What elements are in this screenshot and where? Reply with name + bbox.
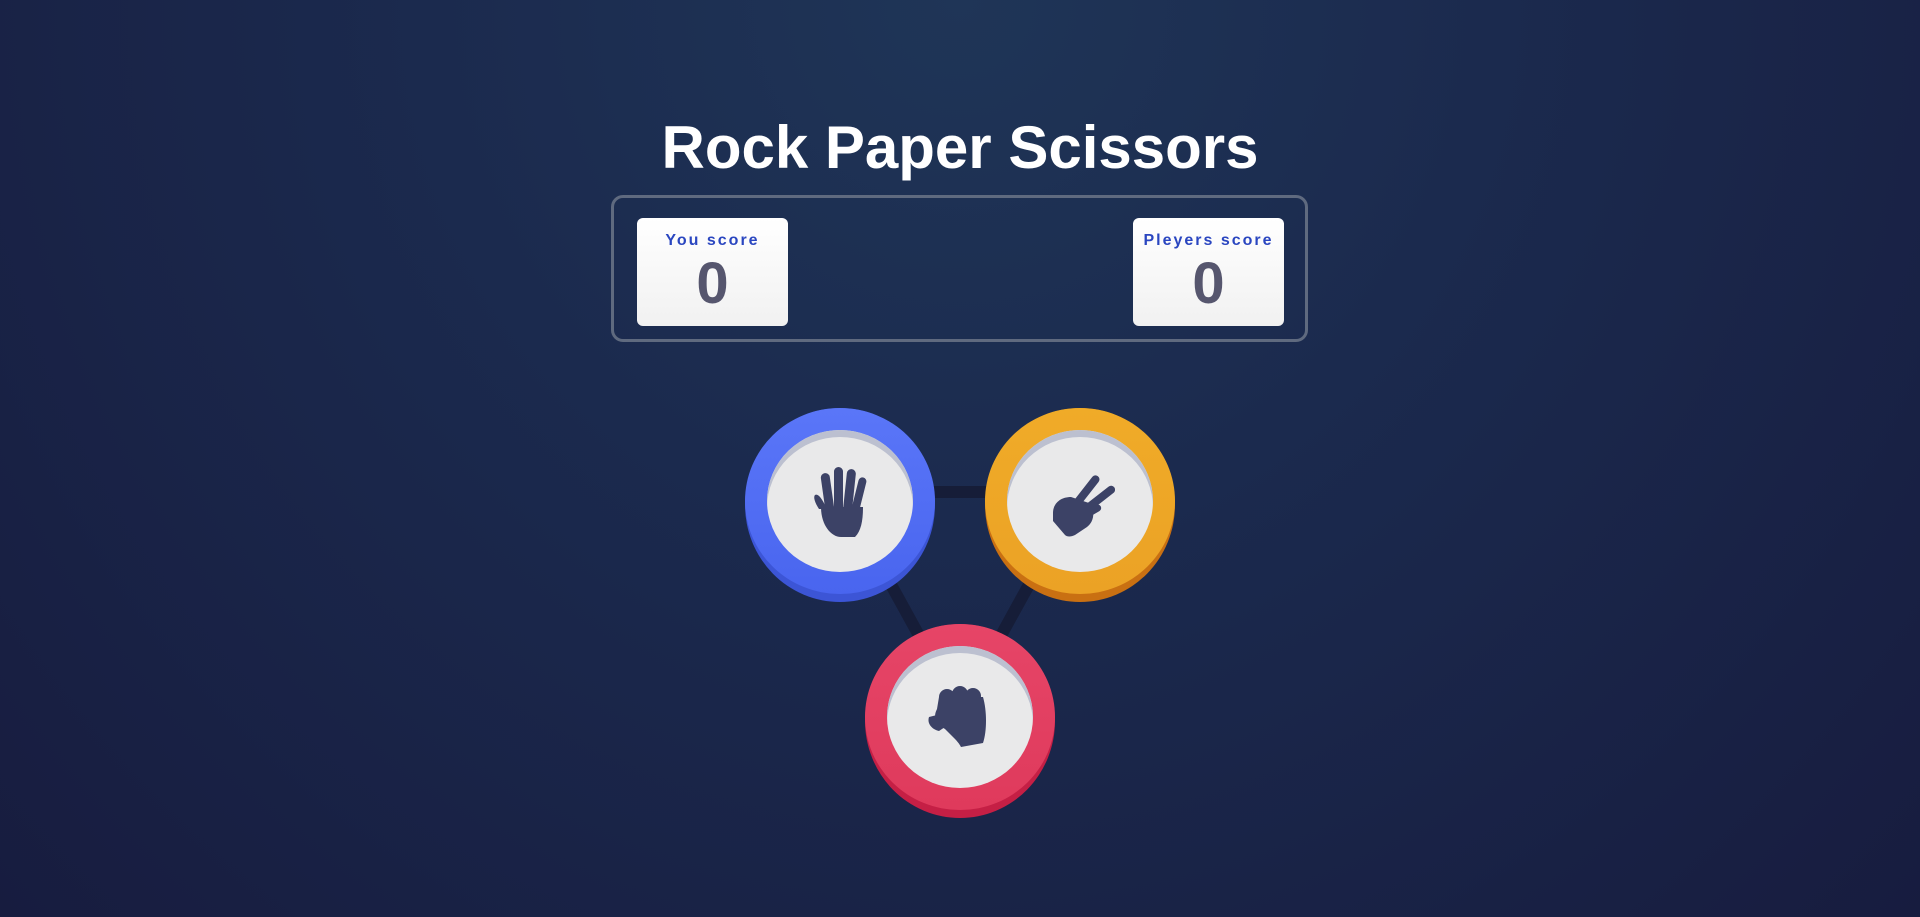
rock-choice-button[interactable] (865, 624, 1055, 818)
scissors-inner (1007, 430, 1153, 572)
your-score-value: 0 (696, 251, 729, 316)
paper-hand-icon (805, 461, 875, 541)
rock-fist-icon (925, 681, 995, 753)
players-score-label: Pleyers score (1143, 232, 1274, 249)
page-title: Rock Paper Scissors (661, 114, 1259, 181)
scoreboard: You score 0 Pleyers score 0 (611, 195, 1308, 342)
scissors-hand-icon (1045, 463, 1115, 539)
your-score-card: You score 0 (637, 218, 788, 326)
players-score-card: Pleyers score 0 (1133, 218, 1284, 326)
rock-inner (887, 646, 1033, 788)
scissors-choice-button[interactable] (985, 408, 1175, 602)
your-score-label: You score (665, 232, 760, 249)
paper-inner (767, 430, 913, 572)
players-score-value: 0 (1192, 251, 1225, 316)
paper-choice-button[interactable] (745, 408, 935, 602)
